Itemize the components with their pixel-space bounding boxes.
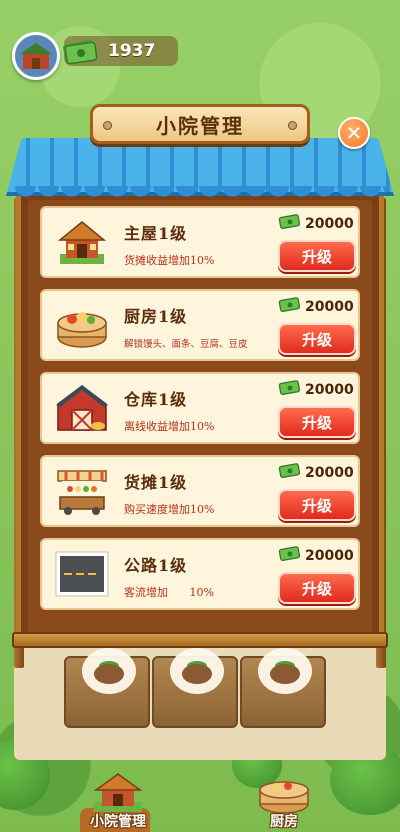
- row-description: 购买速度增加10%: [124, 503, 215, 516]
- close-button[interactable]: ✕: [338, 117, 370, 149]
- warehouse-barn-icon: [54, 380, 110, 436]
- row-description: 客流增加 10%: [124, 584, 214, 600]
- kitchen-steamer-icon: [54, 297, 110, 353]
- upgrade-button[interactable]: 升级: [278, 240, 356, 272]
- upgrade-button[interactable]: 升级: [278, 323, 356, 355]
- main-house-icon: [54, 214, 110, 270]
- row-price-amount: 20000: [305, 216, 354, 232]
- row-name: 主屋1级: [124, 224, 188, 243]
- nail-icon: [288, 121, 297, 130]
- nail-icon: [103, 121, 112, 130]
- row-description: 货摊收益增加10%: [124, 254, 215, 267]
- roof-trim: [14, 186, 386, 202]
- row-price-amount: 20000: [305, 548, 354, 564]
- row-price: 20000: [278, 379, 354, 401]
- row-price-amount: 20000: [305, 465, 354, 481]
- upgrade-row-kitchen: 厨房1级 解锁馒头、面条、豆腐、豆皮 20000 升级: [40, 289, 360, 361]
- nav-yard-label: 小院管理: [90, 814, 146, 830]
- nav-kitchen-label: 厨房: [270, 814, 298, 830]
- row-description-percent: 10%: [189, 586, 214, 599]
- row-name: 货摊1级: [124, 473, 188, 492]
- row-description: 离线收益增加10%: [124, 420, 215, 433]
- row-price: 20000: [278, 545, 354, 567]
- upgrade-button[interactable]: 升级: [278, 489, 356, 521]
- row-price-amount: 20000: [305, 382, 354, 398]
- row-description-text: 客流增加: [124, 586, 168, 599]
- cash-icon: [278, 296, 302, 318]
- row-price: 20000: [278, 213, 354, 235]
- row-price-amount: 20000: [305, 299, 354, 315]
- row-name: 厨房1级: [124, 307, 188, 326]
- row-name: 公路1级: [124, 556, 188, 575]
- stall-icon: [54, 463, 110, 519]
- nav-kitchen[interactable]: 厨房: [256, 770, 312, 832]
- cash-icon: [278, 462, 302, 484]
- upgrade-row-main-house: 主屋1级 货摊收益增加10% 20000 升级: [40, 206, 360, 278]
- upgrade-row-road: 公路1级 客流增加 10% 20000 升级: [40, 538, 360, 610]
- row-price: 20000: [278, 296, 354, 318]
- dialog-title: 小院管理: [156, 113, 244, 138]
- upgrade-row-warehouse: 仓库1级 离线收益增加10% 20000 升级: [40, 372, 360, 444]
- upgrade-button[interactable]: 升级: [278, 406, 356, 438]
- nav-yard-management[interactable]: 小院管理: [86, 772, 150, 832]
- cash-icon: [278, 213, 302, 235]
- close-icon: ✕: [345, 121, 363, 145]
- upgrade-button[interactable]: 升级: [278, 572, 356, 604]
- road-icon: [54, 546, 110, 602]
- upgrade-row-stall: 货摊1级 购买速度增加10% 20000 升级: [40, 455, 360, 527]
- row-description: 解锁馒头、面条、豆腐、豆皮: [124, 339, 248, 350]
- row-price: 20000: [278, 462, 354, 484]
- dialog-bottom-beam: [12, 632, 388, 648]
- row-name: 仓库1级: [124, 390, 188, 409]
- dialog-title-plank: 小院管理: [90, 104, 310, 144]
- cash-icon: [278, 545, 302, 567]
- cash-icon: [278, 379, 302, 401]
